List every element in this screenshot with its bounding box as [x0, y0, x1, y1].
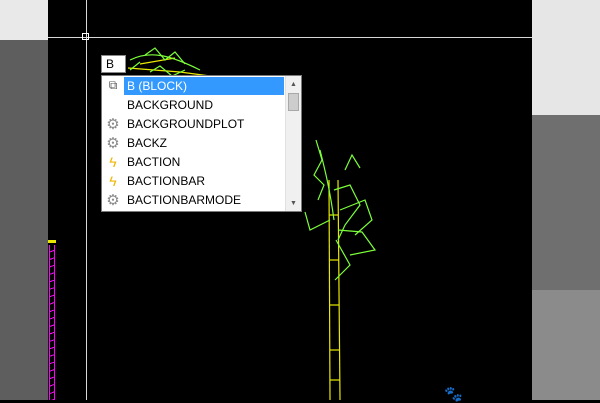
autocomplete-item-background[interactable]: BACKGROUND	[102, 95, 285, 114]
autocomplete-item-bactionbar[interactable]: ϟ BACTIONBAR	[102, 171, 285, 190]
lightning-icon: ϟ	[109, 172, 117, 189]
gear-icon: ⚙	[106, 115, 120, 133]
lightning-icon: ϟ	[109, 153, 117, 170]
gear-icon: ⚙	[106, 134, 120, 152]
left-window-edge	[0, 0, 48, 400]
autocomplete-item-baction[interactable]: ϟ BACTION	[102, 152, 285, 171]
right-panel-dialog	[532, 290, 600, 400]
autocomplete-item-block[interactable]: ⧉ B (BLOCK)	[102, 76, 285, 95]
gear-icon: ⚙	[106, 191, 120, 209]
item-label: BACTIONBARMODE	[127, 192, 242, 207]
drawing-line-segment	[48, 240, 56, 243]
hatched-object	[49, 245, 55, 400]
scroll-down-arrow-icon[interactable]: ▼	[286, 195, 301, 211]
item-label: BACTION	[127, 154, 181, 169]
cursor-pickbox	[82, 33, 89, 40]
autocomplete-item-backz[interactable]: ⚙ BACKZ	[102, 133, 285, 152]
autocomplete-item-backgroundplot[interactable]: ⚙ BACKGROUNDPLOT	[102, 114, 285, 133]
autocomplete-item-bactionbarmode[interactable]: ⚙ BACTIONBARMODE	[102, 190, 285, 209]
crosshair-horizontal	[48, 37, 532, 38]
empty-icon	[102, 95, 124, 114]
scroll-up-arrow-icon[interactable]: ▲	[286, 76, 301, 92]
scroll-thumb[interactable]	[288, 93, 299, 111]
block-icon: ⧉	[108, 78, 118, 92]
autocomplete-list[interactable]: ⧉ B (BLOCK) BACKGROUND ⚙ BACKGROUNDPLOT …	[101, 75, 302, 212]
item-label: BACKZ	[127, 135, 168, 150]
item-label: BACKGROUND	[127, 97, 214, 112]
autocomplete-items: ⧉ B (BLOCK) BACKGROUND ⚙ BACKGROUNDPLOT …	[102, 76, 285, 209]
crosshair-vertical	[86, 0, 87, 400]
right-panel-top	[532, 0, 600, 115]
left-window-top	[0, 0, 48, 40]
item-label: B (BLOCK)	[124, 76, 284, 95]
autocomplete-scrollbar[interactable]: ▲ ▼	[285, 76, 301, 211]
command-input[interactable]: B	[101, 55, 126, 73]
item-label: BACTIONBAR	[127, 173, 206, 188]
item-label: BACKGROUNDPLOT	[127, 116, 245, 131]
paw-watermark-icon: 🐾	[444, 386, 463, 403]
